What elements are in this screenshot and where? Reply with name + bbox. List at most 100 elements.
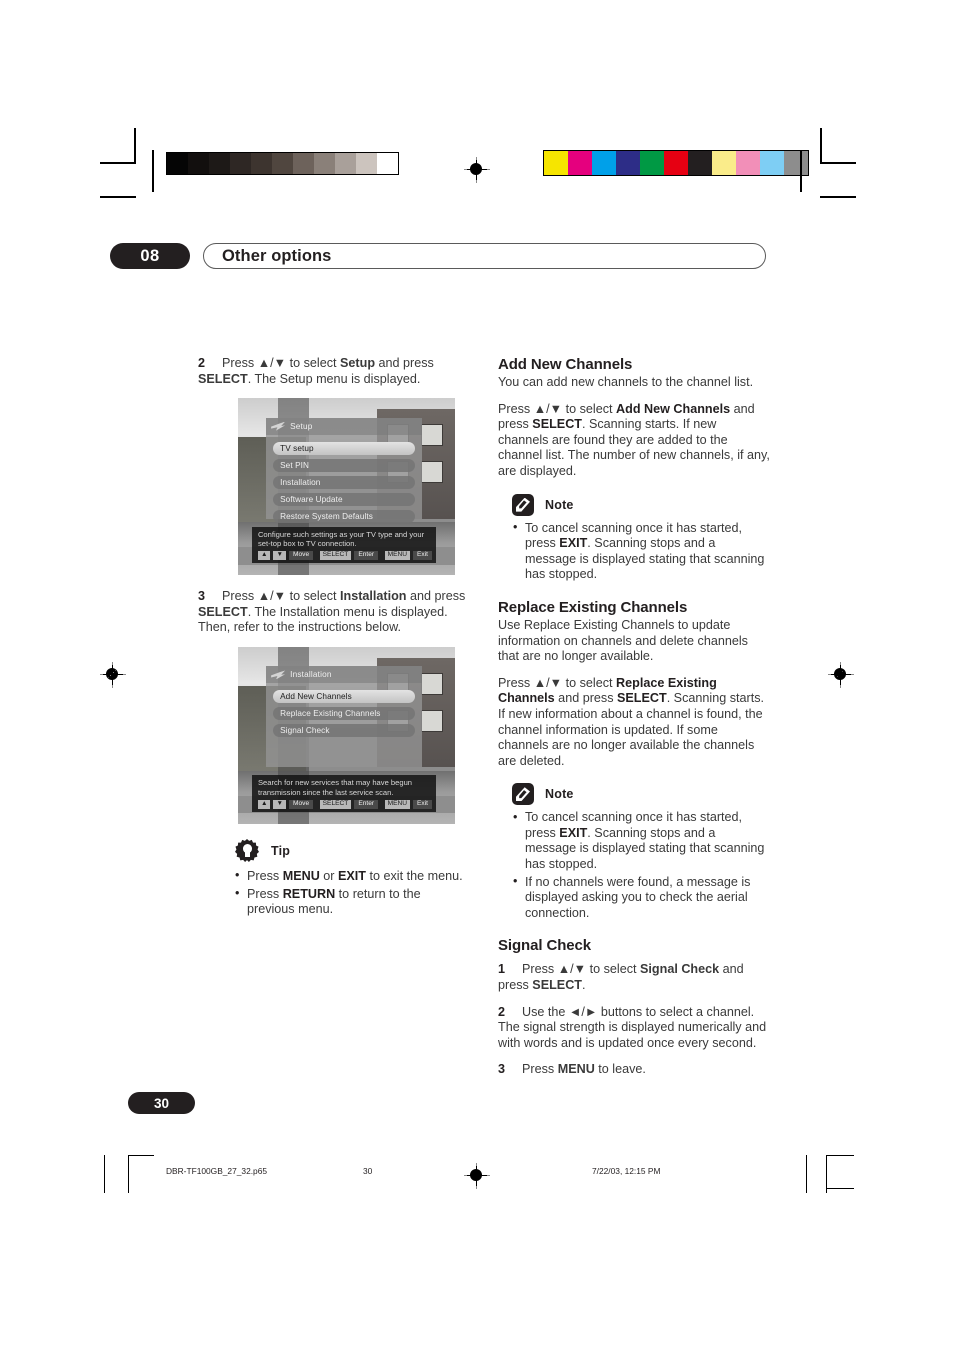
brand-logo-icon [271,421,286,431]
brand-logo-icon [271,670,286,680]
osd-installation-panel: Installation Add New Channels Replace Ex… [266,666,422,768]
crop-mark [128,1155,154,1157]
list-item: To cancel scanning once it has started, … [512,520,770,583]
note-bullet-list: To cancel scanning once it has started, … [512,520,770,583]
signal-check-step-1-number: 1 [498,962,506,977]
page-title: Other options [222,246,332,265]
note-header: Note [512,783,770,806]
crop-mark [826,1188,854,1190]
osd-key-hints: ▲ ▼ Move SELECT Enter MENU Exit [257,551,433,560]
note-header: Note [512,493,770,516]
installation-menu-screenshot: Installation Add New Channels Replace Ex… [226,646,462,824]
osd-menu-item-restore-defaults[interactable]: Restore System Defaults [273,509,415,523]
osd-menu-item-replace-existing-channels[interactable]: Replace Existing Channels [273,707,415,721]
chapter-title-bar: Other options [203,243,766,269]
list-item: To cancel scanning once it has started, … [512,810,770,872]
key-menu: MENU [384,800,411,809]
screenshot-edge-right [454,646,462,824]
crop-mark [806,1155,808,1193]
lightbulb-icon [234,838,260,864]
osd-title-text: Setup [290,421,313,431]
osd-key-hints: ▲ ▼ Move SELECT Enter MENU Exit [257,800,433,809]
osd-title-text: Installation [290,670,332,680]
osd-title-bar: Setup [266,417,422,435]
heading-replace-existing-channels: Replace Existing Channels [498,598,688,616]
signal-check-step-2-text: Use the ◄/► buttons to select a channel.… [498,1004,767,1050]
step-3-text: Press ▲/▼ to select Installation and pre… [198,589,466,635]
key-down-icon: ▼ [273,800,287,809]
signal-check-step-3-text: Press MENU to leave. [522,1062,646,1077]
key-up-icon: ▲ [257,551,271,560]
osd-title-bar: Installation [266,666,422,684]
step-2: 2 Press ▲/▼ to select Setup and press SEL… [198,356,470,387]
note-callout-add-new-channels: Note To cancel scanning once it has star… [512,493,770,583]
signal-check-step-2-number: 2 [498,1004,506,1019]
pencil-icon [512,493,534,516]
list-item: Press MENU or EXIT to exit the menu. [234,868,470,885]
osd-help-bar: Configure such settings as your TV type … [251,526,437,563]
osd-menu-item-installation[interactable]: Installation [273,475,415,489]
key-select: SELECT [319,800,352,809]
crop-mark [100,162,136,164]
crop-mark [800,150,802,192]
note-label: Note [545,497,574,512]
crop-mark [134,128,136,164]
note-label: Note [545,787,574,802]
osd-help-text: Search for new services that may have be… [257,778,413,797]
osd-menu-item-add-new-channels[interactable]: Add New Channels [273,690,415,704]
screenshot-edge-left [226,398,238,576]
key-menu: MENU [384,551,411,560]
crop-mark [104,1155,106,1193]
step-3-number: 3 [198,589,206,604]
step-3: 3 Press ▲/▼ to select Installation and pr… [198,589,470,636]
key-hint-enter: Enter [354,800,379,809]
osd-help-text: Configure such settings as your TV type … [257,529,425,548]
registration-target-top [464,157,490,183]
list-item: If no channels were found, a message is … [512,874,770,922]
crop-mark [826,1155,854,1157]
osd-menu-list: TV setup Set PIN Installation Software U… [266,435,422,523]
signal-check-step-1: 1 Press ▲/▼ to select Signal Check and pr… [498,962,770,993]
page-number-badge: 30 [128,1092,195,1114]
add-new-channels-paragraph-1: You can add new channels to the channel … [498,375,754,389]
replace-existing-paragraph-1: Use Replace Existing Channels to update … [498,617,748,664]
add-new-channels-paragraph-2: Press ▲/▼ to select Add New Channels and… [498,401,770,478]
footer-page: 30 [363,1166,373,1176]
signal-check-step-1-text: Press ▲/▼ to select Signal Check and pre… [498,962,744,993]
color-calibration-strip [543,150,809,176]
osd-menu-item-software-update[interactable]: Software Update [273,492,415,506]
tip-callout: Tip Press MENU or EXIT to exit the menu.… [234,838,470,918]
chapter-number-badge: 08 [110,243,190,269]
left-column: 2 Press ▲/▼ to select Setup and press SEL… [198,356,470,927]
screenshot-edge-left [226,646,238,824]
note-callout-replace-existing: Note To cancel scanning once it has star… [512,783,770,921]
crop-mark [128,1155,130,1193]
registration-target-footer [464,1163,490,1189]
tip-bullet-list: Press MENU or EXIT to exit the menu. Pre… [234,868,470,918]
crop-mark [820,196,856,198]
crop-mark [100,196,136,198]
key-hint-move: Move [289,551,314,560]
right-column: Add New Channels You can add new channel… [498,356,770,1089]
setup-menu-screenshot: Setup TV setup Set PIN Installation Soft… [226,398,462,576]
replace-existing-paragraph-2: Press ▲/▼ to select Replace Existing Cha… [498,675,764,768]
crop-mark [820,128,822,164]
footer-timestamp: 7/22/03, 12:15 PM [592,1166,661,1176]
registration-target-left [100,662,126,688]
step-2-number: 2 [198,356,206,370]
key-up-icon: ▲ [257,800,271,809]
osd-setup-panel: Setup TV setup Set PIN Installation Soft… [266,417,422,523]
osd-menu-item-set-pin[interactable]: Set PIN [273,458,415,472]
crop-mark [820,162,856,164]
step-2-text: Press ▲/▼ to select Setup and press SELE… [198,356,434,386]
screenshot-edge-right [454,398,462,576]
footer-filename: DBR-TF100GB_27_32.p65 [166,1166,268,1176]
osd-help-bar: Search for new services that may have be… [251,775,437,812]
key-hint-move: Move [289,800,314,809]
heading-add-new-channels: Add New Channels [498,356,633,373]
grayscale-calibration-strip [166,152,399,175]
osd-menu-item-signal-check[interactable]: Signal Check [273,724,415,738]
osd-menu-list: Add New Channels Replace Existing Channe… [266,683,422,738]
osd-menu-item-tv-setup[interactable]: TV setup [273,441,415,455]
signal-check-step-3-number: 3 [498,1062,506,1077]
